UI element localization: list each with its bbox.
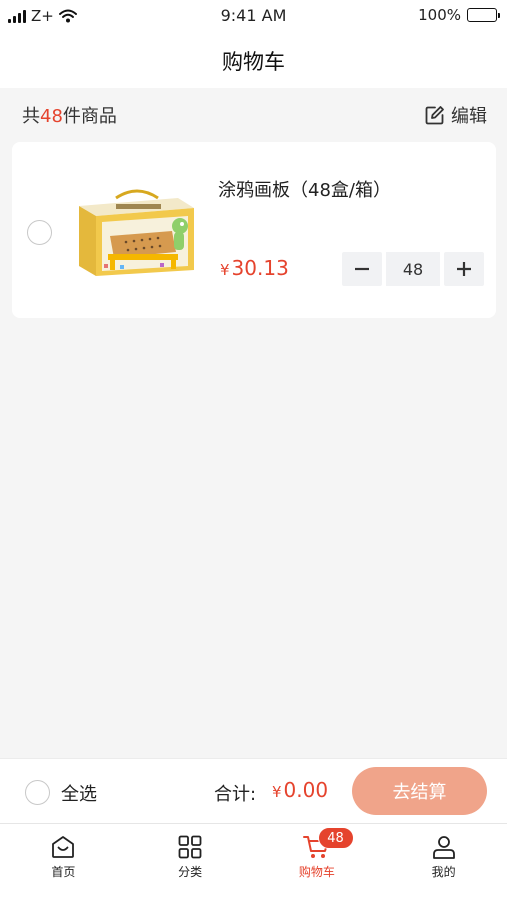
edit-label: 编辑 (451, 106, 487, 127)
quantity-input[interactable]: 48 (386, 252, 440, 286)
total-amount: ¥0.00 (272, 778, 328, 802)
total-value: 0.00 (283, 778, 329, 802)
page-title: 购物车 (222, 50, 285, 74)
select-all-label[interactable]: 全选 (61, 780, 97, 806)
total-currency: ¥ (272, 783, 282, 801)
minus-icon (355, 267, 369, 271)
select-all-checkbox[interactable] (25, 780, 50, 805)
cart-summary-bar: 共48件商品 编辑 (0, 88, 507, 142)
count-prefix: 共 (22, 106, 40, 127)
user-icon (432, 836, 455, 859)
edit-button[interactable]: 编辑 (424, 102, 487, 128)
tab-home[interactable]: 首页 (0, 824, 127, 888)
tab-bar: 首页 分类 48 购物车 我的 (0, 824, 507, 888)
checkout-bar: 全选 合计: ¥0.00 去结算 (0, 758, 507, 824)
battery-percent: 100% (418, 6, 461, 24)
checkout-button[interactable]: 去结算 (352, 767, 487, 815)
tab-cart[interactable]: 48 购物车 (254, 824, 381, 888)
total-label: 合计: (214, 784, 257, 805)
tab-category-label: 分类 (178, 865, 203, 879)
cart-badge: 48 (317, 827, 354, 849)
item-count: 48 (40, 106, 63, 127)
plus-icon (457, 262, 471, 276)
price-value: 30.13 (231, 256, 289, 280)
status-bar: Z+ 9:41 AM 100% (0, 0, 507, 34)
nav-bar: 购物车 (0, 34, 507, 88)
status-right: 100% (418, 6, 500, 24)
product-image[interactable] (76, 186, 198, 282)
increase-button[interactable] (444, 252, 484, 286)
tab-category[interactable]: 分类 (127, 824, 254, 888)
bottom-safe-area (0, 888, 507, 900)
product-price: ¥30.13 (220, 256, 289, 280)
quantity-stepper: 48 (342, 252, 484, 286)
home-icon (52, 836, 75, 858)
count-suffix: 件商品 (62, 106, 117, 127)
item-count-text: 共48件商品 (22, 102, 117, 128)
tab-profile[interactable]: 我的 (380, 824, 507, 888)
category-grid-icon (178, 835, 202, 859)
tab-profile-label: 我的 (431, 865, 456, 879)
cart-item-card: 涂鸦画板（48盒/箱） ¥30.13 48 (12, 142, 496, 318)
edit-icon (425, 105, 444, 124)
tab-home-label: 首页 (51, 865, 76, 879)
item-select-checkbox[interactable] (27, 220, 52, 245)
decrease-button[interactable] (342, 252, 382, 286)
currency-symbol: ¥ (220, 261, 230, 279)
battery-icon (467, 8, 500, 22)
product-name[interactable]: 涂鸦画板（48盒/箱） (218, 176, 391, 202)
tab-cart-label: 购物车 (298, 865, 335, 879)
